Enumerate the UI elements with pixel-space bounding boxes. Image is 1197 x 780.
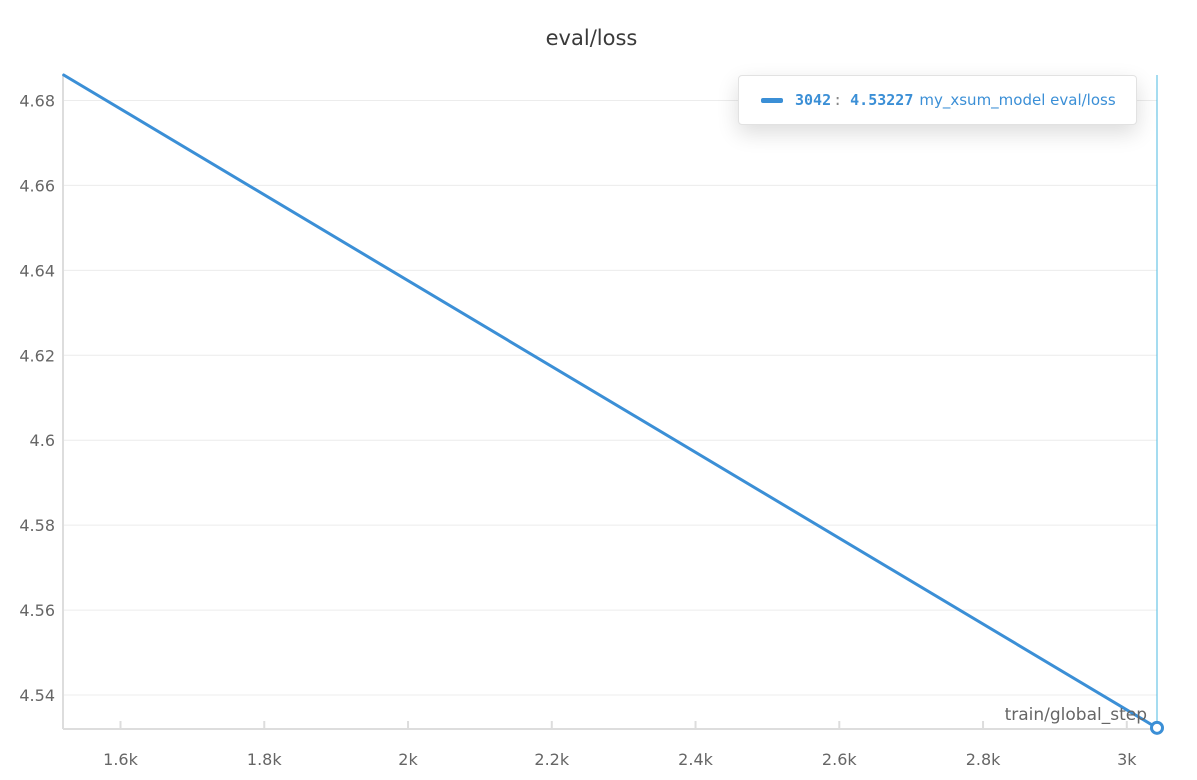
series-line — [62, 73, 1159, 730]
series-swatch — [761, 97, 783, 103]
y-tick-label: 4.66 — [19, 176, 55, 195]
x-axis-label: train/global_step — [1005, 705, 1147, 725]
x-tick-label: 2.2k — [534, 750, 569, 769]
x-tick-label: 2.8k — [966, 750, 1001, 769]
hover-tooltip: 3042 : 4.53227 my_xsum_model eval/loss — [738, 75, 1137, 125]
tooltip-separator: : — [833, 91, 843, 109]
x-tick-label: 2.4k — [678, 750, 713, 769]
tooltip-value: 4.53227 — [850, 91, 914, 109]
x-tick-label: 2k — [398, 750, 418, 769]
y-tick-label: 4.68 — [19, 91, 55, 110]
y-axis-ticks: 4.54 4.56 4.58 4.6 4.62 4.64 4.66 4.68 — [19, 91, 55, 705]
tooltip-run-name: my_xsum_model eval/loss — [919, 91, 1116, 109]
x-tick-label: 1.8k — [247, 750, 282, 769]
x-tick-label: 3k — [1117, 750, 1137, 769]
x-tick-label: 1.6k — [103, 750, 138, 769]
hover-point-marker — [1150, 720, 1164, 735]
y-tick-label: 4.56 — [19, 601, 55, 620]
hover-layer — [1150, 75, 1164, 735]
y-tick-label: 4.6 — [30, 431, 55, 450]
grid-lines — [63, 99, 1157, 696]
y-tick-label: 4.62 — [19, 346, 55, 365]
y-tick-label: 4.54 — [19, 686, 55, 705]
y-tick-label: 4.58 — [19, 516, 55, 535]
x-tick-label: 2.6k — [822, 750, 857, 769]
tooltip-step: 3042 — [795, 91, 832, 109]
series-layer — [62, 73, 1159, 730]
y-tick-label: 4.64 — [19, 261, 55, 280]
